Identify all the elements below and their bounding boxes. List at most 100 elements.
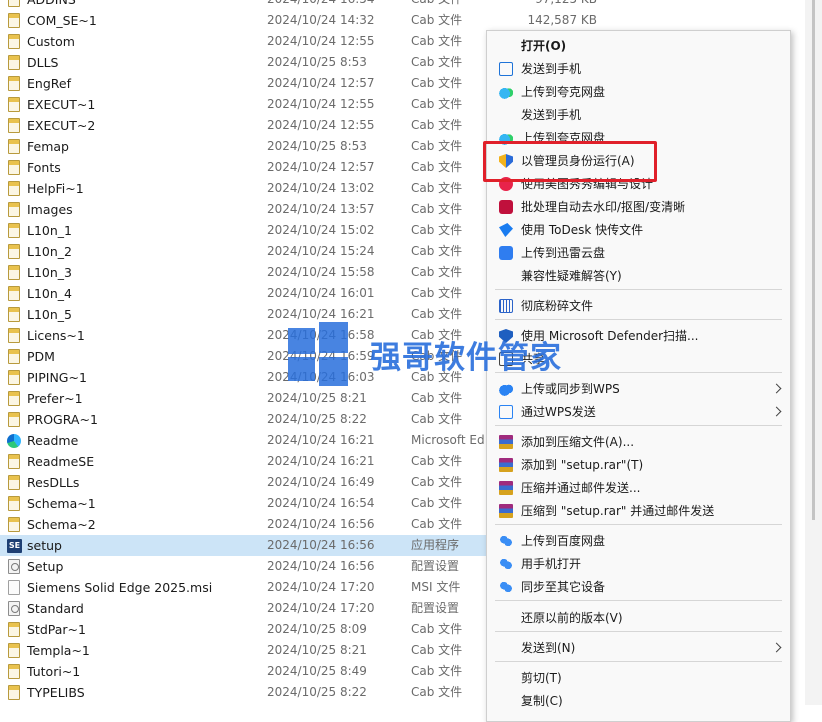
file-name: L10n_5	[27, 307, 72, 322]
menu-item[interactable]: 使用 ToDesk 快传文件	[487, 219, 790, 242]
scrollbar-thumb[interactable]	[812, 0, 815, 520]
file-date: 2024/10/24 12:55	[267, 118, 375, 132]
menu-item-label: 使用 ToDesk 快传文件	[521, 223, 644, 237]
menu-item[interactable]: 上传到夸克网盘	[487, 81, 790, 104]
file-type: Cab 文件	[411, 685, 463, 699]
menu-item[interactable]: 兼容性疑难解答(Y)	[487, 265, 790, 288]
file-name: setup	[27, 538, 62, 553]
menu-item[interactable]: 压缩并通过邮件发送...	[487, 477, 790, 500]
menu-item[interactable]: 还原以前的版本(V)	[487, 607, 790, 630]
file-type: Cab 文件	[411, 118, 463, 132]
wpssend-icon	[499, 405, 513, 419]
chevron-right-icon	[771, 406, 782, 417]
file-type: Cab 文件	[411, 76, 463, 90]
menu-item[interactable]: 压缩到 "setup.rar" 并通过邮件发送	[487, 500, 790, 523]
menu-item[interactable]: 添加到 "setup.rar"(T)	[487, 454, 790, 477]
menu-item[interactable]: 添加到压缩文件(A)...	[487, 431, 790, 454]
cfg-file-icon	[8, 601, 20, 616]
cab-file-icon	[8, 664, 20, 679]
cab-file-icon	[8, 349, 20, 364]
file-name: EXECUT~1	[27, 97, 96, 112]
menu-item-label: 批处理自动去水印/抠图/变清晰	[521, 200, 686, 214]
menu-item[interactable]: 打开(O)	[487, 35, 790, 58]
file-date: 2024/10/25 8:53	[267, 139, 367, 153]
file-type: Cab 文件	[411, 643, 463, 657]
file-date: 2024/10/24 16:21	[267, 454, 375, 468]
file-name: Standard	[27, 601, 84, 616]
cab-file-icon	[8, 475, 20, 490]
cab-file-icon	[8, 685, 20, 700]
file-date: 2024/10/24 16:01	[267, 286, 375, 300]
edge-file-icon	[7, 434, 21, 448]
file-type: Cab 文件	[411, 412, 463, 426]
file-type: Cab 文件	[411, 223, 463, 237]
file-date: 2024/10/25 8:09	[267, 622, 367, 636]
menu-item-label: 彻底粉碎文件	[521, 299, 594, 313]
menu-item-label: 添加到 "setup.rar"(T)	[521, 458, 644, 472]
menu-separator	[495, 425, 782, 426]
menu-item-label: 通过WPS发送	[521, 405, 596, 419]
file-date: 2024/10/25 8:22	[267, 412, 367, 426]
file-name: Tutori~1	[27, 664, 81, 679]
menu-separator	[495, 631, 782, 632]
file-date: 2024/10/24 16:56	[267, 538, 375, 552]
file-row[interactable]: COM_SE~1 2024/10/24 14:32 Cab 文件 142,587 KB	[0, 10, 822, 31]
file-date: 2024/10/25 8:21	[267, 643, 367, 657]
file-type: Cab 文件	[411, 202, 463, 216]
menu-item[interactable]: 彻底粉碎文件	[487, 295, 790, 318]
highlight-annotation	[483, 141, 657, 182]
menu-item[interactable]: 剪切(T)	[487, 667, 790, 690]
file-date: 2024/10/24 16:54	[267, 496, 375, 510]
menu-item[interactable]: 发送到手机	[487, 58, 790, 81]
menu-item[interactable]: 批处理自动去水印/抠图/变清晰	[487, 196, 790, 219]
menu-item-label: 兼容性疑难解答(Y)	[521, 269, 622, 283]
cab-file-icon	[8, 97, 20, 112]
cab-file-icon	[8, 328, 20, 343]
rar-icon	[499, 504, 513, 518]
menu-separator	[495, 661, 782, 662]
file-date: 2024/10/24 16:56	[267, 559, 375, 573]
menu-item-label: 发送到(N)	[521, 641, 576, 655]
menu-item-label: 用手机打开	[521, 557, 582, 571]
file-date: 2024/10/24 16:21	[267, 433, 375, 447]
file-name: Custom	[27, 34, 75, 49]
file-row[interactable]: SE setup 2024/10/24 16:56 应用程序	[0, 535, 500, 556]
watermark: 强哥软件管家	[288, 322, 588, 392]
menu-item[interactable]: 通过WPS发送	[487, 401, 790, 424]
file-type: Microsoft Ed	[411, 433, 485, 447]
menu-item[interactable]: 用手机打开	[487, 553, 790, 576]
file-name: DLLS	[27, 55, 59, 70]
menu-item[interactable]: 上传到迅雷云盘	[487, 242, 790, 265]
cab-file-icon	[8, 181, 20, 196]
file-type: 配置设置	[411, 559, 460, 573]
menu-item[interactable]: 发送到手机	[487, 104, 790, 127]
file-date: 2024/10/24 12:57	[267, 160, 375, 174]
file-type: Cab 文件	[411, 496, 463, 510]
cab-file-icon	[8, 307, 20, 322]
chevron-right-icon	[771, 383, 782, 394]
cab-file-icon	[8, 370, 20, 385]
file-date: 2024/10/24 13:57	[267, 202, 375, 216]
file-name: PDM	[27, 349, 55, 364]
menu-item[interactable]: 复制(C)	[487, 690, 790, 713]
menu-item-label: 还原以前的版本(V)	[521, 611, 623, 625]
cab-file-icon	[8, 454, 20, 469]
menu-item[interactable]: 发送到(N)	[487, 637, 790, 660]
file-type: Cab 文件	[411, 475, 463, 489]
file-date: 2024/10/24 16:56	[267, 517, 375, 531]
file-type: Cab 文件	[411, 517, 463, 531]
menu-item[interactable]: 上传到百度网盘	[487, 530, 790, 553]
cfg-file-icon	[8, 559, 20, 574]
file-name: Images	[27, 202, 73, 217]
shred-icon	[499, 299, 513, 313]
cab-file-icon	[8, 76, 20, 91]
file-name: Femap	[27, 139, 69, 154]
menu-item-label: 压缩到 "setup.rar" 并通过邮件发送	[521, 504, 715, 518]
chevron-right-icon	[771, 642, 782, 653]
cab-file-icon	[8, 0, 20, 7]
file-row[interactable]: ADDINS 2024/10/24 16:54 Cab 文件 97,125 KB	[0, 0, 822, 10]
baidu-icon	[499, 580, 513, 594]
menu-separator	[495, 319, 782, 320]
cab-file-icon	[8, 118, 20, 133]
menu-item[interactable]: 同步至其它设备	[487, 576, 790, 599]
